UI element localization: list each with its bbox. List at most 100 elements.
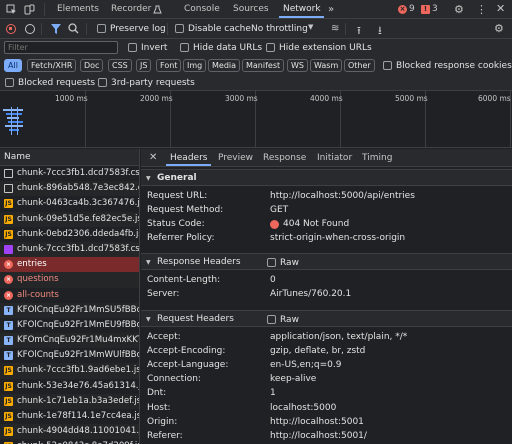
filter-funnel-icon[interactable] (51, 24, 61, 37)
timeline-request-bars (3, 105, 25, 137)
type-ws[interactable]: WS (287, 59, 308, 72)
type-media[interactable]: Media (208, 59, 241, 72)
expand-triangle-icon[interactable]: ▼ (146, 254, 151, 271)
tab-response[interactable]: Response (263, 149, 306, 167)
filter-input[interactable] (4, 41, 118, 54)
request-row[interactable]: × entries (0, 257, 139, 273)
blocked-response-cookies-checkbox[interactable] (383, 61, 392, 70)
warning-icon[interactable]: ! (421, 5, 430, 14)
type-wasm[interactable]: Wasm (310, 59, 343, 72)
request-name: KFOlCnqEu92Fr1MmWUlfBBc4.woff2 (17, 350, 139, 361)
tab-elements[interactable]: Elements (57, 0, 99, 19)
hide-extension-urls-checkbox[interactable] (266, 43, 275, 52)
request-name: chunk-7ccc3fb1.dcd7583f.css (17, 243, 139, 254)
header-key: Server: (147, 289, 180, 299)
request-row[interactable]: JSchunk-52e0843c.8e7d209f.js (0, 439, 139, 444)
response-headers-title: Response Headers (157, 257, 241, 267)
header-value: application/json, text/plain, */* (270, 332, 408, 342)
warning-count[interactable]: 3 (432, 0, 438, 19)
network-conditions-icon[interactable]: ≋ (331, 23, 339, 34)
request-row[interactable]: JS chunk-0ebd2306.ddeda4fb.js (0, 227, 139, 242)
third-party-requests-checkbox[interactable] (98, 78, 107, 87)
type-doc[interactable]: Doc (80, 59, 104, 72)
name-column-header[interactable]: Name (0, 149, 140, 166)
type-img[interactable]: Img (183, 59, 207, 72)
error-count[interactable]: 9 (409, 0, 415, 19)
network-settings-gear-icon[interactable]: ⚙ (494, 22, 504, 35)
type-other[interactable]: Other (344, 59, 375, 72)
type-font[interactable]: Font (156, 59, 182, 72)
type-manifest[interactable]: Manifest (242, 59, 285, 72)
js-file-icon: JS (4, 229, 13, 239)
tab-console[interactable]: Console (184, 0, 220, 19)
tab-initiator[interactable]: Initiator (317, 149, 352, 167)
type-css[interactable]: CSS (108, 59, 132, 72)
request-name: all-counts (17, 289, 59, 300)
type-fetch-xhr[interactable]: Fetch/XHR (27, 59, 77, 72)
third-party-requests-label: 3rd-party requests (111, 78, 195, 88)
search-icon[interactable] (68, 23, 79, 37)
blocked-requests-checkbox[interactable] (5, 78, 14, 87)
request-name: chunk-0463ca4b.3c367476.js (17, 198, 139, 209)
tab-preview[interactable]: Preview (218, 149, 253, 167)
tab-timing[interactable]: Timing (362, 149, 392, 167)
request-row[interactable]: chunk-7ccc3fb1.dcd7583f.css (0, 241, 139, 258)
request-row[interactable]: JS chunk-53e34e76.45a61314.js (0, 379, 139, 394)
error-icon: × (4, 290, 13, 300)
type-js[interactable]: JS (136, 59, 152, 72)
status-error-icon (270, 220, 279, 229)
preserve-log-checkbox[interactable] (97, 24, 106, 33)
request-row[interactable]: JS chunk-1e78f114.1e7cc4ea.js (0, 409, 139, 424)
close-icon[interactable]: ✕ (496, 2, 505, 15)
request-name: entries (17, 259, 47, 270)
hide-data-urls-checkbox[interactable] (180, 43, 189, 52)
request-row[interactable]: JS chunk-4904dd48.11001041.js (0, 424, 139, 440)
request-row[interactable]: JS chunk-0463ca4b.3c367476.js (0, 196, 139, 211)
header-value: GET (270, 205, 289, 215)
devtools-tab-bar: Elements Recorder Console Sources Networ… (0, 0, 512, 19)
settings-gear-icon[interactable]: ⚙ (454, 3, 464, 16)
request-row[interactable]: × all-counts (0, 288, 139, 303)
invert-checkbox[interactable] (128, 43, 137, 52)
header-value: http://localhost:5001/ (270, 430, 367, 441)
request-row[interactable]: JS chunk-09e51d5e.fe82ec5e.js (0, 211, 139, 227)
throttling-select[interactable]: No throttling (251, 23, 308, 35)
response-headers-section-header[interactable]: ▼ Response Headers Raw (141, 253, 512, 270)
request-row[interactable]: chunk-896ab548.7e3ec842.css (0, 181, 139, 197)
request-name: chunk-4904dd48.11001041.js (17, 426, 139, 437)
request-row[interactable]: JS chunk-7ccc3fb1.9ad6ebe1.js (0, 363, 139, 379)
request-name: chunk-09e51d5e.fe82ec5e.js (17, 213, 139, 224)
js-file-icon: JS (4, 396, 13, 406)
request-row[interactable]: T KFOlCnqEu92Fr1MmSU5fBBc4.woff2 (0, 302, 139, 318)
request-headers-section-header[interactable]: ▼ Request Headers Raw (141, 310, 512, 327)
request-row[interactable]: chunk-7ccc3fb1.dcd7583f.css (0, 166, 139, 181)
tab-recorder[interactable]: Recorder (111, 0, 151, 19)
expand-triangle-icon[interactable]: ▼ (146, 311, 151, 328)
disable-cache-checkbox[interactable] (175, 24, 184, 33)
request-row[interactable]: T KFOlCnqEu92Fr1MmEU9fBBc4.woff2 (0, 318, 139, 333)
raw-checkbox[interactable] (267, 258, 276, 267)
error-icon[interactable]: × (398, 5, 407, 14)
inspect-element-icon[interactable] (6, 4, 17, 15)
request-row[interactable]: JS chunk-1c71eb1a.b3a3edef.js (0, 393, 139, 409)
request-row[interactable]: × questions (0, 272, 139, 288)
device-toolbar-icon[interactable] (24, 4, 35, 15)
more-options-icon[interactable]: ⋮ (476, 3, 487, 16)
type-all[interactable]: All (4, 59, 22, 72)
network-overview-timeline[interactable]: 1000 ms 2000 ms 3000 ms 4000 ms 5000 ms … (0, 91, 512, 148)
chevrons-right-icon[interactable]: » (328, 0, 334, 19)
raw-label: Raw (280, 258, 299, 268)
hide-data-urls-label: Hide data URLs (193, 43, 263, 53)
clear-icon[interactable] (25, 24, 35, 34)
chevron-down-icon[interactable]: ▼ (308, 23, 313, 31)
request-row[interactable]: T KFOmCnqEu92Fr1Mu4mxKKTU1Kg.woff2 (0, 333, 139, 349)
close-detail-icon[interactable]: ✕ (149, 152, 157, 163)
raw-checkbox[interactable] (267, 315, 276, 324)
expand-triangle-icon[interactable]: ▼ (146, 170, 151, 187)
record-stop-icon[interactable] (6, 24, 16, 34)
js-file-icon: JS (4, 381, 13, 391)
request-row[interactable]: T KFOlCnqEu92Fr1MmWUlfBBc4.woff2 (0, 348, 139, 363)
general-section-header[interactable]: ▼ General (141, 169, 512, 186)
js-file-icon: JS (4, 412, 13, 421)
tab-sources[interactable]: Sources (233, 0, 269, 19)
